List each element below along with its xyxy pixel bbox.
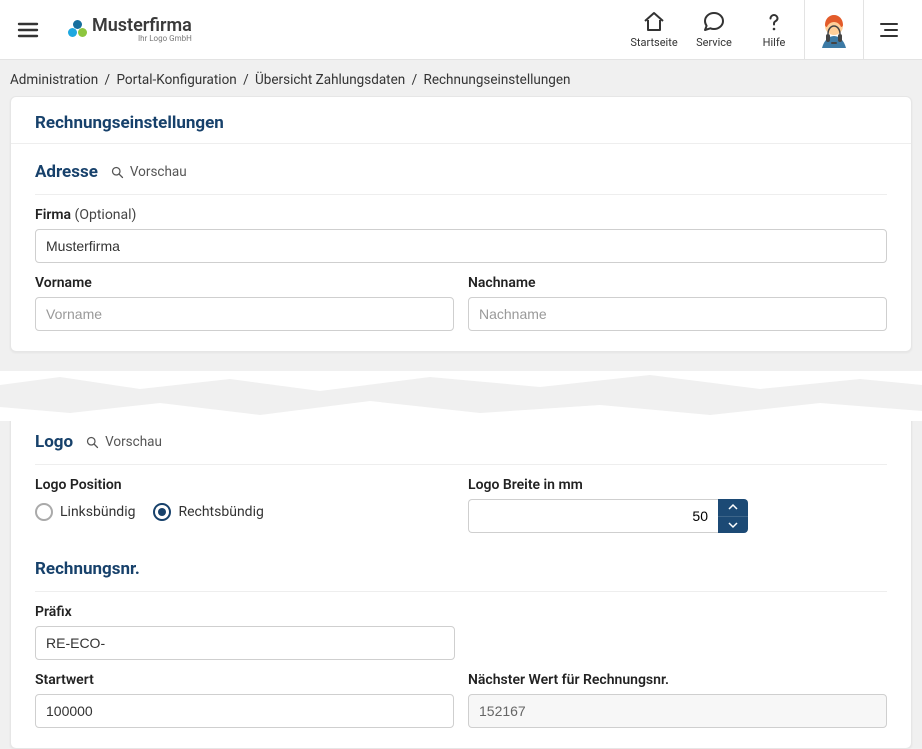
search-icon bbox=[110, 165, 125, 180]
breadcrumb-item[interactable]: Übersicht Zahlungsdaten bbox=[255, 72, 405, 88]
logo-position-label: Logo Position bbox=[35, 477, 454, 493]
firma-label: Firma (Optional) bbox=[35, 207, 887, 223]
radio-icon bbox=[153, 503, 171, 521]
adresse-preview-link[interactable]: Vorschau bbox=[110, 164, 187, 180]
nav-service[interactable]: Service bbox=[684, 0, 744, 60]
breadcrumb-item[interactable]: Portal-Konfiguration bbox=[116, 72, 236, 88]
brand-name: Musterfirma bbox=[92, 17, 192, 35]
chevron-up-icon bbox=[728, 502, 738, 512]
user-avatar[interactable] bbox=[804, 0, 864, 60]
section-rechnungsnr-title: Rechnungsnr. bbox=[35, 559, 140, 579]
start-label: Startwert bbox=[35, 672, 454, 688]
avatar-icon bbox=[814, 10, 854, 50]
nav-service-label: Service bbox=[696, 36, 732, 49]
app-header: Musterfirma Ihr Logo GmbH Startseite Ser… bbox=[0, 0, 922, 60]
nav-home-label: Startseite bbox=[630, 36, 677, 49]
nachname-input[interactable] bbox=[468, 297, 887, 331]
logo-width-label: Logo Breite in mm bbox=[468, 477, 887, 493]
preview-label: Vorschau bbox=[105, 434, 162, 450]
breadcrumb-item: Rechnungseinstellungen bbox=[424, 72, 571, 88]
logo-width-stepper bbox=[468, 499, 748, 533]
nav-help-label: Hilfe bbox=[763, 36, 786, 49]
content-break bbox=[0, 372, 922, 420]
radio-right-align[interactable]: Rechtsbündig bbox=[153, 503, 263, 521]
logo-width-input[interactable] bbox=[468, 499, 718, 533]
settings-card-top: Rechnungseinstellungen Adresse Vorschau … bbox=[10, 96, 912, 352]
brand-logo[interactable]: Musterfirma Ihr Logo GmbH bbox=[68, 17, 192, 43]
prefix-label: Präfix bbox=[35, 604, 455, 620]
preview-label: Vorschau bbox=[130, 164, 187, 180]
hamburger-icon bbox=[16, 18, 40, 42]
section-adresse-title: Adresse bbox=[35, 162, 98, 182]
next-label: Nächster Wert für Rechnungsnr. bbox=[468, 672, 887, 688]
firma-input[interactable] bbox=[35, 229, 887, 263]
radio-left-label: Linksbündig bbox=[60, 504, 135, 520]
next-input bbox=[468, 694, 887, 728]
nav-home[interactable]: Startseite bbox=[624, 0, 684, 60]
vorname-input[interactable] bbox=[35, 297, 454, 331]
chat-icon bbox=[702, 10, 726, 34]
start-input[interactable] bbox=[35, 694, 454, 728]
radio-icon bbox=[35, 503, 53, 521]
page-title: Rechnungseinstellungen bbox=[11, 97, 911, 144]
menu-toggle[interactable] bbox=[8, 10, 48, 50]
radio-right-label: Rechtsbündig bbox=[178, 504, 263, 520]
logo-preview-link[interactable]: Vorschau bbox=[85, 434, 162, 450]
vorname-label: Vorname bbox=[35, 275, 454, 291]
radio-left-align[interactable]: Linksbündig bbox=[35, 503, 135, 521]
menu-right-icon bbox=[877, 18, 901, 42]
prefix-input[interactable] bbox=[35, 626, 455, 660]
home-icon bbox=[642, 10, 666, 34]
logo-icon bbox=[68, 20, 88, 40]
help-icon bbox=[762, 10, 786, 34]
breadcrumb: Administration / Portal-Konfiguration / … bbox=[0, 60, 922, 96]
nav-help[interactable]: Hilfe bbox=[744, 0, 804, 60]
section-logo-title: Logo bbox=[35, 432, 73, 452]
stepper-up[interactable] bbox=[718, 499, 748, 517]
breadcrumb-item[interactable]: Administration bbox=[10, 72, 98, 88]
nachname-label: Nachname bbox=[468, 275, 887, 291]
right-menu-toggle[interactable] bbox=[864, 0, 914, 60]
chevron-down-icon bbox=[728, 520, 738, 530]
stepper-down[interactable] bbox=[718, 517, 748, 534]
search-icon bbox=[85, 435, 100, 450]
brand-subtitle: Ihr Logo GmbH bbox=[138, 35, 192, 43]
